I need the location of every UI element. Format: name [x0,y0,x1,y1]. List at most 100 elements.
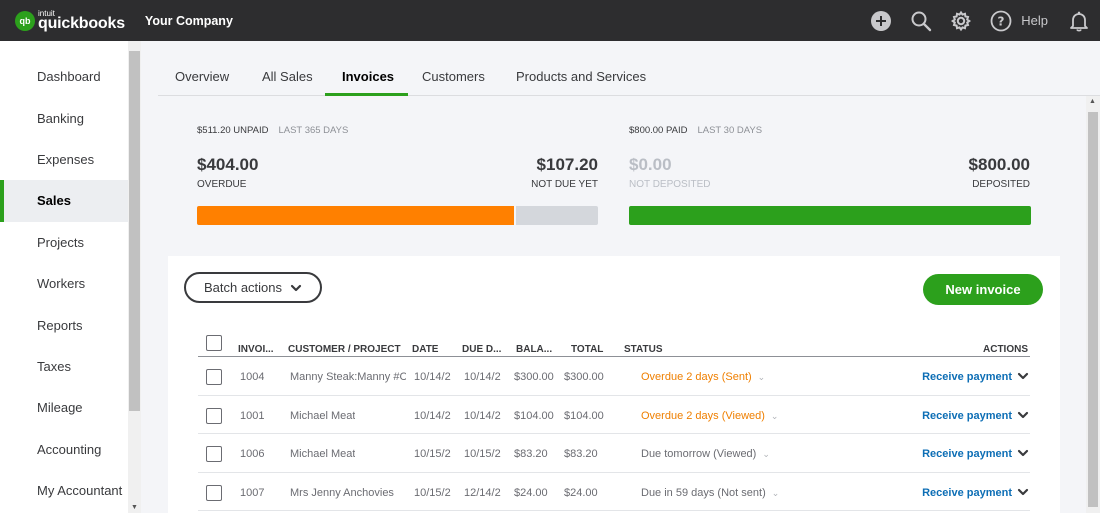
sidebar-item-my-accountant[interactable]: My Accountant [0,470,128,511]
invoice-list-card: Batch actions New invoice INVOI... CUSTO… [168,256,1060,513]
row-checkbox[interactable] [206,407,222,424]
not-deposited-amount[interactable]: $0.00 [629,155,672,175]
receive-payment-link[interactable]: Receive payment [922,410,1012,422]
actions-chevron-down-icon[interactable] [1017,447,1029,459]
receive-payment-link[interactable]: Receive payment [922,448,1012,460]
unpaid-period: LAST 365 DAYS [278,125,349,136]
sidebar-list: Dashboard Banking Expenses Sales Projects Wor… [0,41,141,511]
cell-status[interactable]: Overdue 2 days (Sent) ⌄ [641,371,765,383]
search-icon[interactable] [910,10,932,32]
tab-customers[interactable]: Customers [422,69,485,84]
batch-actions-button[interactable]: Batch actions [184,272,322,303]
sidebar-scrollbar-thumb[interactable] [129,51,140,411]
paid-total: $800.00 PAID [629,125,688,136]
sidebar-scrollbar[interactable]: ▼ [128,41,141,513]
col-invoice-header[interactable]: INVOI... [238,344,274,355]
deposited-amount[interactable]: $800.00 [969,155,1030,175]
cell-status[interactable]: Overdue 2 days (Viewed) ⌄ [641,410,778,422]
overdue-bar[interactable] [197,206,514,225]
paid-summary-title: $800.00 PAID LAST 30 DAYS [629,125,762,136]
col-balance-header[interactable]: BALA... [516,344,552,355]
cell-balance: $300.00 [514,371,554,383]
sidebar-item-workers[interactable]: Workers [0,263,128,304]
not-due-bar[interactable] [516,206,598,225]
status-text: Overdue 2 days (Sent) [641,371,752,383]
col-date-header[interactable]: DATE [412,344,438,355]
table-row[interactable]: 1004 Manny Steak:Manny #C 10/14/2 10/14/2 $3… [198,357,1030,396]
status-chevron-down-icon[interactable]: ⌄ [772,488,780,498]
col-customer-header[interactable]: CUSTOMER / PROJECT [288,344,401,355]
sidebar-item-projects[interactable]: Projects [0,222,128,263]
deposited-bar[interactable] [629,206,1031,225]
quickbooks-logo[interactable]: qb intuit quickbooks [15,9,125,32]
select-all-checkbox[interactable] [206,335,222,351]
main-scrollbar-thumb[interactable] [1088,112,1098,507]
sidebar-item-banking[interactable]: Banking [0,97,128,138]
status-chevron-down-icon[interactable]: ⌄ [771,411,779,421]
actions-chevron-down-icon[interactable] [1017,486,1029,498]
sidebar-item-taxes[interactable]: Taxes [0,346,128,387]
not-due-label: NOT DUE YET [531,179,598,190]
bell-icon[interactable] [1068,10,1090,32]
cell-date: 10/15/2 [414,448,451,460]
actions-chevron-down-icon[interactable] [1017,409,1029,421]
cell-due: 10/14/2 [464,409,501,422]
active-tab-indicator [325,93,408,96]
cell-invoice: 1001 [240,409,265,422]
not-due-amount[interactable]: $107.20 [537,155,598,175]
overdue-amount[interactable]: $404.00 [197,155,258,175]
row-checkbox[interactable] [206,446,222,462]
cell-customer: Mrs Jenny Anchovies [290,486,394,499]
cell-invoice: 1007 [240,486,265,499]
overdue-label: OVERDUE [197,179,247,190]
help-icon[interactable]: ? [990,10,1012,32]
help-label[interactable]: Help [1021,13,1048,28]
col-total-header[interactable]: TOTAL [571,344,603,355]
cell-total: $24.00 [564,486,598,499]
paid-period: LAST 30 DAYS [697,125,763,136]
col-due-date-header[interactable]: DUE D... [462,344,501,355]
sidebar-item-dashboard[interactable]: Dashboard [0,56,128,97]
tab-overview[interactable]: Overview [175,69,229,84]
main-scroll-up-icon[interactable]: ▲ [1089,98,1096,105]
sidebar-item-expenses[interactable]: Expenses [0,139,128,180]
tab-invoices[interactable]: Invoices [342,69,394,84]
table-row[interactable]: 1001 Michael Meat 10/14/2 10/14/2 $104.00 $10… [198,396,1030,434]
cell-date: 10/15/2 [414,486,451,499]
batch-actions-label: Batch actions [203,280,283,295]
sidebar-scroll-down-icon[interactable]: ▼ [131,504,138,511]
sidebar-item-mileage[interactable]: Mileage [0,387,128,428]
status-chevron-down-icon[interactable]: ⌄ [758,372,766,382]
sales-tabs: Overview All Sales Invoices Customers Pr… [158,41,1100,96]
actions-chevron-down-icon[interactable] [1017,370,1029,382]
company-name[interactable]: Your Company [145,14,233,28]
sidebar-item-accounting[interactable]: Accounting [0,429,128,470]
logo-quickbooks: quickbooks [38,14,125,32]
cell-due: 10/14/2 [464,371,501,383]
new-invoice-button[interactable]: New invoice [923,274,1043,305]
row-checkbox[interactable] [206,369,222,385]
cell-customer: Michael Meat [290,409,356,422]
left-navigation: Dashboard Banking Expenses Sales Projects Wor… [0,41,141,513]
tab-products-services[interactable]: Products and Services [516,69,646,84]
table-row[interactable]: 1007 Mrs Jenny Anchovies 10/15/2 12/14/2 $24… [198,473,1030,511]
receive-payment-link[interactable]: Receive payment [922,487,1012,499]
receive-payment-link[interactable]: Receive payment [922,371,1012,383]
main-scrollbar[interactable]: ▲ [1086,96,1100,513]
cell-status[interactable]: Due in 59 days (Not sent) ⌄ [641,487,779,499]
status-text: Due tomorrow (Viewed) [641,448,757,460]
cell-status[interactable]: Due tomorrow (Viewed) ⌄ [641,448,770,460]
sidebar-item-reports[interactable]: Reports [0,304,128,345]
tab-all-sales[interactable]: All Sales [262,69,313,84]
status-chevron-down-icon[interactable]: ⌄ [762,449,770,459]
sidebar-item-sales[interactable]: Sales [0,180,128,222]
top-bar: qb intuit quickbooks Your Company ? Help [0,0,1100,41]
top-icons: ? Help [870,0,1100,41]
row-checkbox[interactable] [206,484,222,501]
cell-balance: $104.00 [514,409,554,422]
cell-customer: Manny Steak:Manny #C [290,371,406,383]
logo-badge: qb [15,10,35,31]
gear-icon[interactable] [950,10,972,32]
plus-circle-icon[interactable] [870,10,892,32]
table-row[interactable]: 1006 Michael Meat 10/15/2 10/15/2 $83.20 $83.… [198,434,1030,473]
